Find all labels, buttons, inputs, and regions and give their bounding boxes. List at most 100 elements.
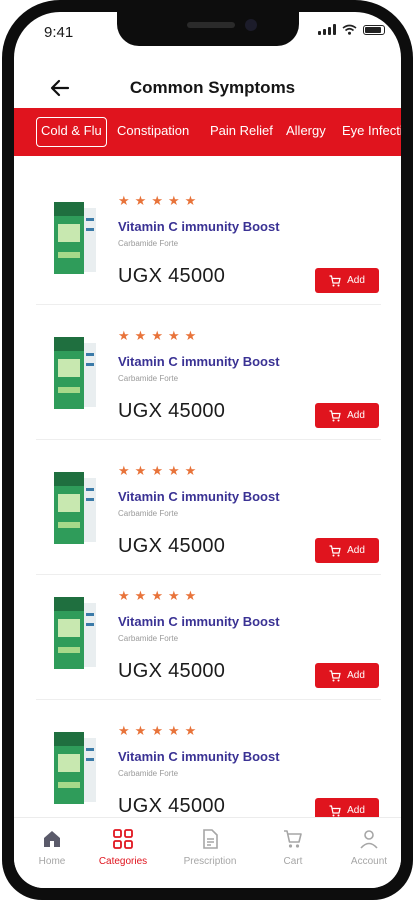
add-to-cart-button[interactable]: Add	[315, 663, 379, 688]
product-card[interactable]: ★ ★ ★ ★ ★ Vitamin C immunity Boost Carba…	[36, 444, 381, 575]
star-icon: ★	[134, 328, 147, 343]
add-label: Add	[347, 275, 365, 286]
tab-constipation[interactable]: Constipation	[117, 117, 189, 145]
product-price: UGX 45000	[118, 265, 226, 287]
cart-plus-icon	[329, 669, 341, 681]
header: Common Symptoms	[14, 64, 401, 114]
bottom-nav: Home Categories Prescription Cart Accoun…	[14, 817, 401, 888]
product-name[interactable]: Vitamin C immunity Boost	[118, 354, 280, 369]
star-icon: ★	[151, 723, 163, 738]
add-to-cart-button[interactable]: Add	[315, 538, 379, 563]
star-icon: ★	[167, 193, 180, 208]
product-card[interactable]: ★ ★ ★ ★ ★ Vitamin C immunity Boost Carba…	[36, 309, 381, 440]
product-name[interactable]: Vitamin C immunity Boost	[118, 749, 280, 764]
product-card[interactable]: ★ ★ ★ ★ ★ Vitamin C immunity Boost Carba…	[36, 174, 381, 305]
tab-eye-infection[interactable]: Eye Infectio	[342, 117, 401, 145]
product-image	[54, 597, 96, 669]
nav-label: Categories	[98, 856, 148, 867]
add-label: Add	[347, 805, 365, 816]
cart-icon	[284, 830, 302, 848]
rating-stars: ★ ★ ★ ★ ★	[118, 589, 196, 602]
star-icon: ★	[151, 588, 163, 603]
phone-frame: 9:41 Common Symptoms Cold & Flu Constipa…	[2, 0, 413, 900]
account-icon	[360, 830, 378, 849]
nav-label: Prescription	[183, 856, 237, 867]
product-subtitle: Carbamide Forte	[118, 634, 179, 643]
product-subtitle: Carbamide Forte	[118, 509, 179, 518]
nav-label: Cart	[283, 856, 303, 867]
tab-cold-flu[interactable]: Cold & Flu	[36, 117, 107, 147]
nav-cart[interactable]: Cart	[253, 828, 333, 867]
add-label: Add	[347, 545, 365, 556]
camera	[245, 19, 257, 31]
star-icon: ★	[167, 463, 180, 478]
star-icon: ★	[151, 193, 163, 208]
product-card[interactable]: ★ ★ ★ ★ ★ Vitamin C immunity Boost Carba…	[36, 704, 381, 835]
star-icon: ★	[118, 463, 130, 478]
cart-plus-icon	[329, 409, 341, 421]
nav-prescription[interactable]: Prescription	[170, 828, 250, 867]
rating-stars: ★ ★ ★ ★ ★	[118, 194, 196, 207]
star-icon: ★	[118, 328, 130, 343]
star-icon: ★	[134, 463, 147, 478]
categories-icon	[113, 829, 133, 849]
star-icon: ★	[184, 193, 197, 208]
product-price: UGX 45000	[118, 795, 226, 817]
speaker	[187, 22, 235, 28]
wifi-icon	[342, 24, 357, 35]
product-name[interactable]: Vitamin C immunity Boost	[118, 219, 280, 234]
cart-plus-icon	[329, 544, 341, 556]
cart-plus-icon	[329, 274, 341, 286]
tab-pain-relief[interactable]: Pain Relief	[210, 117, 273, 145]
status-time: 9:41	[44, 24, 74, 41]
product-price: UGX 45000	[118, 660, 226, 682]
star-icon: ★	[184, 723, 197, 738]
star-icon: ★	[167, 328, 180, 343]
product-subtitle: Carbamide Forte	[118, 239, 179, 248]
star-icon: ★	[118, 193, 130, 208]
product-name[interactable]: Vitamin C immunity Boost	[118, 614, 280, 629]
battery-icon	[363, 24, 385, 35]
star-icon: ★	[118, 588, 130, 603]
star-icon: ★	[118, 723, 130, 738]
product-card[interactable]: ★ ★ ★ ★ ★ Vitamin C immunity Boost Carba…	[36, 569, 381, 700]
product-image	[54, 732, 96, 804]
add-to-cart-button[interactable]: Add	[315, 403, 379, 428]
rating-stars: ★ ★ ★ ★ ★	[118, 329, 196, 342]
star-icon: ★	[184, 463, 197, 478]
add-label: Add	[347, 410, 365, 421]
page-title: Common Symptoms	[129, 78, 296, 97]
nav-home[interactable]: Home	[14, 828, 92, 867]
star-icon: ★	[151, 463, 163, 478]
nav-categories[interactable]: Categories	[83, 828, 163, 867]
product-image	[54, 202, 96, 274]
product-image	[54, 472, 96, 544]
notch	[117, 12, 299, 46]
star-icon: ★	[167, 723, 180, 738]
star-icon: ★	[151, 328, 163, 343]
product-price: UGX 45000	[118, 535, 226, 557]
star-icon: ★	[184, 588, 197, 603]
add-to-cart-button[interactable]: Add	[315, 268, 379, 293]
nav-label: Home	[38, 856, 66, 867]
prescription-icon	[203, 829, 218, 849]
product-price: UGX 45000	[118, 400, 226, 422]
star-icon: ★	[167, 588, 180, 603]
star-icon: ★	[184, 328, 197, 343]
product-subtitle: Carbamide Forte	[118, 769, 179, 778]
nav-label: Account	[350, 856, 388, 867]
star-icon: ★	[134, 588, 147, 603]
home-icon	[44, 831, 60, 847]
signal-icon	[318, 24, 336, 35]
product-subtitle: Carbamide Forte	[118, 374, 179, 383]
star-icon: ★	[134, 723, 147, 738]
star-icon: ★	[134, 193, 147, 208]
rating-stars: ★ ★ ★ ★ ★	[118, 724, 196, 737]
nav-account[interactable]: Account	[329, 828, 401, 867]
product-name[interactable]: Vitamin C immunity Boost	[118, 489, 280, 504]
cart-plus-icon	[329, 804, 341, 816]
screen: 9:41 Common Symptoms Cold & Flu Constipa…	[14, 12, 401, 888]
tab-allergy[interactable]: Allergy	[286, 117, 326, 145]
add-label: Add	[347, 670, 365, 681]
rating-stars: ★ ★ ★ ★ ★	[118, 464, 196, 477]
